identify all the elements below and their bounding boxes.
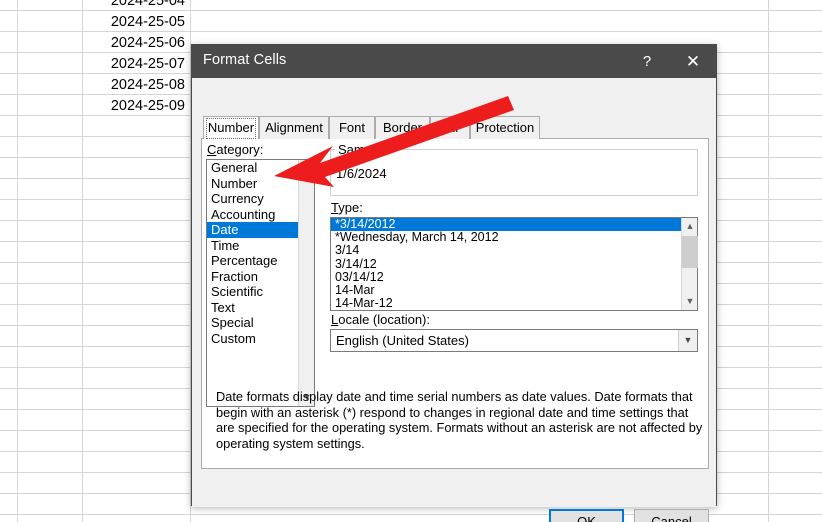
- category-label: Category:: [207, 142, 263, 157]
- type-item-6[interactable]: 14-Mar-12: [331, 297, 681, 310]
- tab-label: Border: [383, 120, 422, 135]
- dialog-body: NumberAlignmentFontBorderFillProtection …: [192, 78, 716, 507]
- category-item-currency[interactable]: Currency: [207, 191, 299, 207]
- type-list[interactable]: *3/14/2012*Wednesday, March 14, 20123/14…: [331, 218, 681, 310]
- tab-label: Fill: [442, 120, 459, 135]
- type-item-4[interactable]: 03/14/12: [331, 271, 681, 284]
- type-label-text: ype:: [338, 200, 363, 215]
- sample-value: 1/6/2024: [336, 166, 387, 181]
- tab-fill[interactable]: Fill: [430, 116, 470, 139]
- type-item-2[interactable]: 3/14: [331, 244, 681, 257]
- chevron-down-icon[interactable]: ▼: [678, 330, 697, 351]
- help-icon[interactable]: ?: [624, 45, 670, 78]
- grid-cell[interactable]: 2024-25-06: [82, 33, 190, 54]
- category-item-special[interactable]: Special: [207, 315, 299, 331]
- tab-label: Number: [206, 118, 256, 139]
- category-item-text[interactable]: Text: [207, 300, 299, 316]
- grid-cell[interactable]: 2024-25-07: [82, 54, 190, 75]
- ok-button[interactable]: OK: [549, 509, 624, 522]
- category-item-percentage[interactable]: Percentage: [207, 253, 299, 269]
- category-item-fraction[interactable]: Fraction: [207, 269, 299, 285]
- sample-label: Sample: [335, 142, 385, 157]
- type-listbox[interactable]: *3/14/2012*Wednesday, March 14, 20123/14…: [330, 217, 698, 311]
- dialog-title: Format Cells: [203, 52, 286, 68]
- close-icon[interactable]: ✕: [670, 45, 716, 78]
- cancel-button[interactable]: Cancel: [634, 509, 709, 522]
- tab-label: Protection: [476, 120, 535, 135]
- category-item-time[interactable]: Time: [207, 238, 299, 254]
- grid-cell[interactable]: 2024-25-09: [82, 96, 190, 117]
- tab-protection[interactable]: Protection: [470, 116, 540, 139]
- type-item-1[interactable]: *Wednesday, March 14, 2012: [331, 231, 681, 244]
- category-label-text: ategory:: [216, 142, 263, 157]
- category-item-date[interactable]: Date: [207, 222, 299, 238]
- tab-label: Alignment: [265, 120, 323, 135]
- scroll-up-icon[interactable]: ▲: [299, 160, 315, 177]
- type-scrollbar[interactable]: ▲ ▼: [681, 218, 697, 310]
- locale-label-text: ocale (location):: [338, 312, 430, 327]
- locale-value: English (United States): [336, 333, 469, 348]
- tab-font[interactable]: Font: [329, 116, 375, 139]
- grid-cell[interactable]: 2024-25-04: [82, 0, 190, 12]
- number-tab-panel: Category: GeneralNumberCurrencyAccountin…: [201, 139, 709, 469]
- category-item-general[interactable]: General: [207, 160, 299, 176]
- scroll-down-icon[interactable]: ▼: [682, 293, 698, 310]
- tab-label: Font: [339, 120, 365, 135]
- tab-number[interactable]: Number: [203, 116, 259, 140]
- category-item-accounting[interactable]: Accounting: [207, 207, 299, 223]
- category-item-number[interactable]: Number: [207, 176, 299, 192]
- category-list[interactable]: GeneralNumberCurrencyAccountingDateTimeP…: [207, 160, 299, 406]
- scrollbar-thumb[interactable]: [682, 236, 698, 268]
- tab-border[interactable]: Border: [375, 116, 430, 139]
- grid-column-divider: [17, 0, 18, 522]
- dialog-titlebar[interactable]: Format Cells ? ✕: [192, 45, 716, 78]
- format-cells-dialog: Format Cells ? ✕ Number Alignment Font Bord…: [191, 44, 717, 506]
- category-item-scientific[interactable]: Scientific: [207, 284, 299, 300]
- screen: 2024-25-042024-25-052024-25-062024-25-07…: [0, 0, 822, 522]
- category-scrollbar[interactable]: ▲ ▼: [298, 160, 314, 406]
- grid-column-divider: [768, 0, 769, 522]
- locale-dropdown[interactable]: English (United States) ▼: [330, 329, 698, 352]
- category-item-custom[interactable]: Custom: [207, 331, 299, 347]
- grid-cell[interactable]: 2024-25-08: [82, 75, 190, 96]
- tab-alignment[interactable]: Alignment: [259, 116, 329, 139]
- format-description: Date formats display date and time seria…: [216, 389, 708, 451]
- type-label: Type:: [331, 200, 363, 215]
- type-item-3[interactable]: 3/14/12: [331, 258, 681, 271]
- grid-cell[interactable]: 2024-25-05: [82, 12, 190, 33]
- scroll-up-icon[interactable]: ▲: [682, 218, 698, 235]
- tab-strip: Number Alignment Font Border Fill Protection: [201, 116, 709, 139]
- locale-label: Locale (location):: [331, 312, 430, 327]
- category-listbox[interactable]: GeneralNumberCurrencyAccountingDateTimeP…: [206, 159, 315, 407]
